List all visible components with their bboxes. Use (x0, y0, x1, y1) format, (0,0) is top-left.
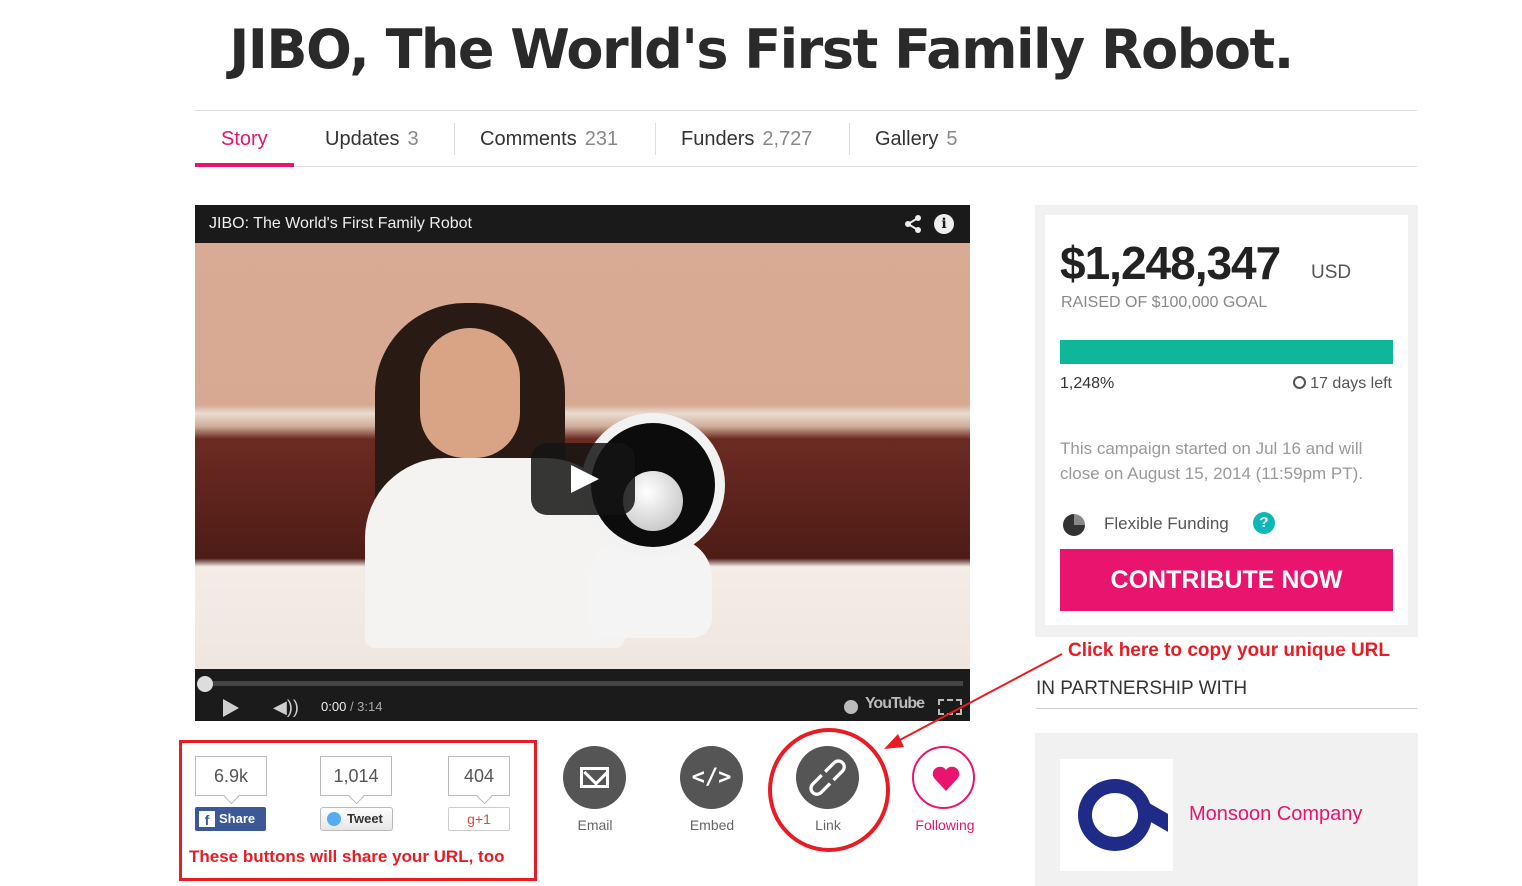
tab-gallery-label: Gallery (875, 128, 939, 150)
facebook-share-label: Share (219, 811, 256, 826)
days-left: 17 days left (1293, 375, 1392, 393)
twitter-tweet-count: 1,014 (320, 756, 392, 796)
video-progress-bar[interactable] (203, 681, 963, 686)
link-highlight-circle (768, 728, 890, 852)
youtube-logo[interactable]: YouTube (865, 695, 925, 713)
funding-progress-fill (1060, 340, 1393, 364)
tab-updates[interactable]: Updates 3 (299, 111, 445, 167)
help-icon[interactable]: ? (1253, 512, 1275, 534)
campaign-tabs: Story Updates 3 Comments 231 Funders 2,727 … (195, 110, 1417, 167)
fullscreen-icon[interactable] (938, 699, 962, 715)
heart-icon (932, 766, 960, 791)
tab-comments-label: Comments (480, 128, 577, 150)
tab-story[interactable]: Story (195, 111, 294, 167)
google-plus-button[interactable]: g+1 (448, 807, 510, 831)
funding-type: Flexible Funding (1104, 514, 1229, 533)
embed-label: Embed (689, 817, 735, 833)
share-annotation: These buttons will share your URL, too (189, 847, 505, 866)
thumbnail-person-face (420, 328, 520, 458)
funding-progress-bar (1060, 340, 1393, 364)
google-plus-count: 404 (448, 756, 510, 796)
tab-gallery[interactable]: Gallery 5 (849, 111, 983, 167)
currency-label: USD (1311, 262, 1352, 283)
url-annotation: Click here to copy your unique URL (1068, 640, 1390, 661)
code-icon: </> (691, 765, 732, 790)
email-label: Email (577, 817, 613, 833)
amount-raised: $1,248,347 (1060, 237, 1281, 289)
tab-funders-count: 2,727 (762, 128, 813, 150)
share-icon[interactable] (904, 215, 922, 233)
google-plus-label: +1 (474, 811, 491, 827)
tab-story-label: Story (221, 128, 268, 150)
video-title[interactable]: JIBO: The World's First Family Robot (209, 215, 472, 232)
following-label: Following (915, 817, 975, 833)
video-duration: / 3:14 (349, 699, 383, 714)
twitter-bird-icon (327, 812, 341, 826)
video-controls: ◀)) 0:00 / 3:14 YouTube (195, 669, 970, 721)
tab-funders-label: Funders (681, 128, 755, 150)
tab-updates-label: Updates (325, 128, 400, 150)
partner-name-link[interactable]: Monsoon Company (1189, 803, 1362, 826)
video-thumbnail[interactable] (195, 243, 970, 669)
twitter-tweet-button[interactable]: Tweet (320, 807, 393, 831)
campaign-dates: This campaign started on Jul 16 and will… (1060, 439, 1364, 483)
contribute-now-button[interactable]: CONTRIBUTE NOW (1060, 549, 1393, 611)
tab-gallery-count: 5 (946, 128, 958, 150)
play-button[interactable] (531, 443, 635, 515)
partner-logo[interactable] (1060, 759, 1173, 871)
facebook-share-count: 6.9k (195, 756, 267, 796)
watch-later-icon[interactable] (844, 700, 858, 714)
raised-goal-text: RAISED OF $100,000 GOAL (1061, 294, 1268, 311)
video-progress-knob[interactable] (197, 676, 213, 692)
following-button[interactable] (912, 746, 975, 809)
pie-chart-icon (1063, 514, 1085, 536)
facebook-icon: f (199, 811, 215, 828)
twitter-tweet-label: Tweet (347, 811, 383, 826)
volume-icon[interactable]: ◀)) (273, 697, 299, 718)
facebook-share-button[interactable]: f Share (195, 807, 266, 831)
page-title: JIBO, The World's First Family Robot. (229, 18, 1294, 81)
play-icon[interactable] (223, 699, 239, 717)
current-time: 0:00 (321, 699, 347, 714)
monsoon-logo-icon (1078, 779, 1152, 851)
funded-percent: 1,248% (1060, 375, 1115, 392)
tab-comments[interactable]: Comments 231 (454, 111, 644, 167)
days-left-text: 17 days left (1310, 375, 1392, 392)
tab-updates-count: 3 (407, 128, 419, 150)
clock-icon (1293, 376, 1307, 389)
email-button[interactable] (563, 746, 626, 809)
envelope-icon (580, 767, 609, 788)
info-icon[interactable]: i (934, 214, 954, 234)
video-title-bar: JIBO: The World's First Family Robot i (195, 205, 970, 243)
tab-comments-count: 231 (584, 128, 619, 150)
tab-funders[interactable]: Funders 2,727 (655, 111, 838, 167)
embed-button[interactable]: </> (680, 746, 743, 809)
video-time: 0:00 / 3:14 (321, 699, 382, 714)
partnership-heading: IN PARTNERSHIP WITH (1036, 678, 1417, 709)
google-plus-icon: g (467, 811, 475, 827)
video-player[interactable]: JIBO: The World's First Family Robot i ◀… (195, 205, 970, 721)
